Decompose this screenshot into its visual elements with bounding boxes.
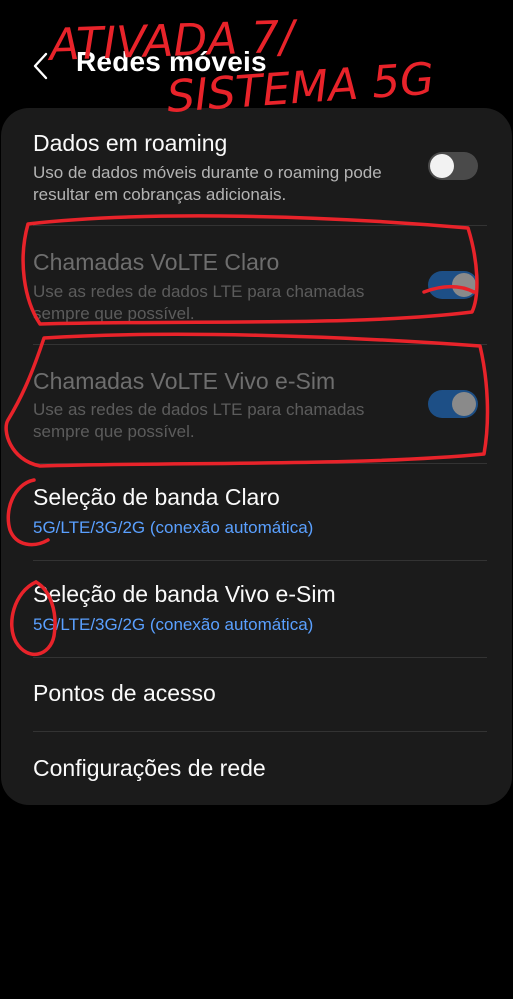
band-vivo-title: Seleção de banda Vivo e-Sim <box>33 581 336 607</box>
roaming-title: Dados em roaming <box>33 130 228 156</box>
volte-claro-toggle <box>428 271 478 299</box>
roaming-subtitle: Uso de dados móveis durante o roaming po… <box>33 163 382 204</box>
volte-vivo-subtitle: Use as redes de dados LTE para chamadas … <box>33 400 365 441</box>
roaming-setting[interactable]: Dados em roaming Uso de dados móveis dur… <box>1 108 512 225</box>
toggle-knob <box>430 154 454 178</box>
band-vivo-setting[interactable]: Seleção de banda Vivo e-Sim 5G/LTE/3G/2G… <box>1 561 512 657</box>
page-title: Redes móveis <box>76 46 267 77</box>
chevron-left-icon <box>33 52 48 80</box>
settings-card: Dados em roaming Uso de dados móveis dur… <box>1 108 512 805</box>
volte-claro-subtitle: Use as redes de dados LTE para chamadas … <box>33 282 365 323</box>
back-button[interactable] <box>26 48 58 84</box>
roaming-toggle[interactable] <box>428 152 478 180</box>
access-points-title: Pontos de acesso <box>33 680 216 706</box>
band-claro-value: 5G/LTE/3G/2G (conexão automática) <box>33 518 314 537</box>
toggle-knob <box>452 273 476 297</box>
volte-claro-title: Chamadas VoLTE Claro <box>33 249 280 275</box>
network-config-title: Configurações de rede <box>33 755 266 781</box>
band-vivo-value: 5G/LTE/3G/2G (conexão automática) <box>33 615 314 634</box>
app-bar: Redes móveis <box>0 0 513 110</box>
network-config-setting[interactable]: Configurações de rede <box>1 732 512 805</box>
volte-claro-setting: Chamadas VoLTE Claro Use as redes de dad… <box>1 226 512 344</box>
volte-vivo-setting: Chamadas VoLTE Vivo e-Sim Use as redes d… <box>1 345 512 463</box>
band-claro-title: Seleção de banda Claro <box>33 484 280 510</box>
volte-vivo-toggle <box>428 390 478 418</box>
volte-vivo-title: Chamadas VoLTE Vivo e-Sim <box>33 368 336 394</box>
toggle-knob <box>452 392 476 416</box>
access-points-setting[interactable]: Pontos de acesso <box>1 658 512 731</box>
band-claro-setting[interactable]: Seleção de banda Claro 5G/LTE/3G/2G (con… <box>1 464 512 560</box>
